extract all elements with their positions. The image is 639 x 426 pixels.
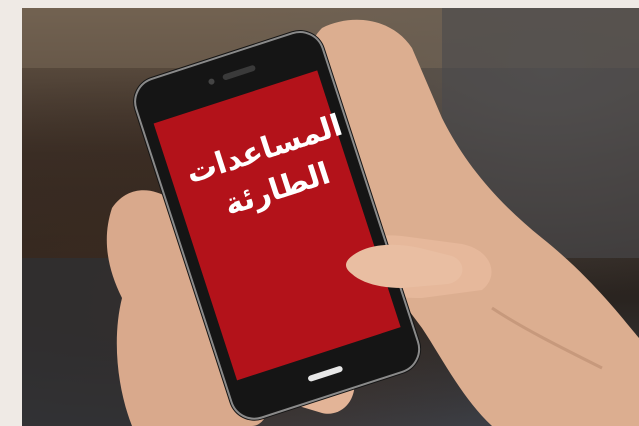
photo: المساعدات الطارئة — [22, 8, 639, 426]
photo-illustration — [22, 8, 639, 426]
